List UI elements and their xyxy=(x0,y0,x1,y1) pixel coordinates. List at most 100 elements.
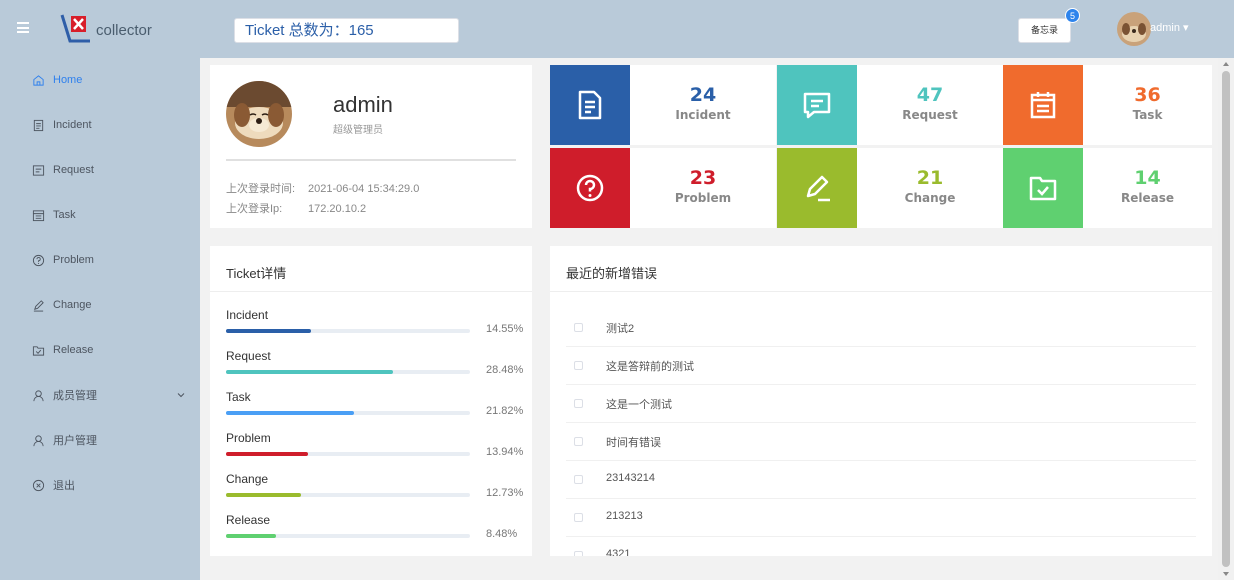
error-text: 测试2 xyxy=(606,323,635,335)
ticket-detail-card: Ticket详情 Incident 14.55% Request 28.48% … xyxy=(210,246,532,556)
memo-button[interactable]: 备忘录 xyxy=(1018,18,1071,43)
sidebar-item-home[interactable]: Home xyxy=(0,65,200,95)
error-text: 23143214 xyxy=(606,472,655,484)
stat-value: 36 xyxy=(1134,84,1161,106)
sidebar-item-logout[interactable]: 退出 xyxy=(0,470,200,500)
stat-change[interactable]: 21 Change xyxy=(857,148,1003,228)
progress-label: Problem xyxy=(226,431,271,445)
sidebar-item-problem[interactable]: Problem xyxy=(0,245,200,275)
sidebar-item-label: 用户管理 xyxy=(53,435,97,447)
progress-track xyxy=(226,534,470,538)
last-login-time-value: 2021-06-04 15:34:29.0 xyxy=(308,183,420,195)
sidebar-item-change[interactable]: Change xyxy=(0,290,200,320)
progress-label: Task xyxy=(226,390,251,404)
menu-toggle-icon[interactable] xyxy=(17,22,29,33)
stat-value: 47 xyxy=(916,84,944,106)
progress-track xyxy=(226,411,470,415)
stat-incident-icon-tile[interactable] xyxy=(550,65,630,145)
error-list-item: 这是答辩前的测试 xyxy=(566,347,1196,385)
stat-problem[interactable]: 23 Problem xyxy=(630,148,776,228)
progress-row-task: Task 21.82% xyxy=(226,390,526,430)
item-checkbox[interactable] xyxy=(574,513,583,522)
sidebar: Home Incident Request Task Problem Chang… xyxy=(0,58,200,580)
progress-percent: 13.94% xyxy=(486,446,524,458)
message-icon xyxy=(32,164,45,176)
document-icon xyxy=(578,90,602,120)
sidebar-item-user-management[interactable]: 用户管理 xyxy=(0,425,200,455)
item-checkbox[interactable] xyxy=(574,475,583,484)
user-avatar[interactable] xyxy=(1117,12,1151,46)
progress-row-release: Release 8.48% xyxy=(226,513,526,553)
progress-track xyxy=(226,452,470,456)
item-checkbox[interactable] xyxy=(574,551,583,556)
app-logo[interactable]: collector xyxy=(60,11,152,45)
top-header: collector Ticket 总数为：165 备忘录 5 admin ▾ xyxy=(0,0,1234,58)
logo-text: collector xyxy=(96,21,152,39)
error-list-item: 测试2 xyxy=(566,309,1196,347)
error-text: 时间有错误 xyxy=(606,437,661,449)
tickets-icon xyxy=(1030,92,1056,119)
sidebar-item-release[interactable]: Release xyxy=(0,335,200,365)
sidebar-item-incident[interactable]: Incident xyxy=(0,110,200,140)
question-icon xyxy=(32,254,45,266)
last-login-ip: 上次登录Ip: 172.20.10.2 xyxy=(226,200,366,216)
sidebar-item-label: Release xyxy=(53,344,94,356)
last-login-ip-label: 上次登录Ip: xyxy=(226,203,283,215)
error-text: 这是答辩前的测试 xyxy=(606,361,694,373)
folder-checked-icon xyxy=(32,345,45,356)
error-text: 213213 xyxy=(606,510,643,522)
profile-role: 超级管理员 xyxy=(333,125,383,136)
stat-problem-icon-tile[interactable] xyxy=(550,148,630,228)
progress-row-problem: Problem 13.94% xyxy=(226,431,526,471)
sidebar-item-member-management[interactable]: 成员管理 xyxy=(0,380,200,410)
stat-task-icon-tile[interactable] xyxy=(1003,65,1083,145)
progress-fill xyxy=(226,411,354,415)
stat-task[interactable]: 36 Task xyxy=(1083,65,1212,145)
error-list-item: 23143214 xyxy=(566,461,1196,499)
stat-change-icon-tile[interactable] xyxy=(777,148,857,228)
progress-fill xyxy=(226,370,393,374)
stat-request[interactable]: 47 Request xyxy=(857,65,1003,145)
message-icon xyxy=(803,92,831,119)
stat-value: 23 xyxy=(689,167,717,189)
stat-label: Task xyxy=(1132,108,1163,122)
progress-track xyxy=(226,370,470,374)
last-login-ip-value: 172.20.10.2 xyxy=(308,203,367,215)
stat-value: 21 xyxy=(916,167,944,189)
error-list-item: 213213 xyxy=(566,499,1196,537)
progress-row-change: Change 12.73% xyxy=(226,472,526,512)
scroll-down-icon[interactable] xyxy=(1223,572,1229,576)
progress-row-request: Request 28.48% xyxy=(226,349,526,389)
stat-incident[interactable]: 24 Incident xyxy=(630,65,776,145)
sidebar-item-request[interactable]: Request xyxy=(0,155,200,185)
last-login-time: 上次登录时间: 2021-06-04 15:34:29.0 xyxy=(226,180,419,196)
item-checkbox[interactable] xyxy=(574,399,583,408)
stat-release-icon-tile[interactable] xyxy=(1003,148,1083,228)
progress-track xyxy=(226,329,470,333)
progress-fill xyxy=(226,329,312,333)
progress-label: Incident xyxy=(226,308,269,322)
scroll-thumb[interactable] xyxy=(1222,71,1230,567)
stat-request-icon-tile[interactable] xyxy=(777,65,857,145)
user-icon xyxy=(33,434,44,446)
sidebar-item-task[interactable]: Task xyxy=(0,200,200,230)
edit-icon xyxy=(806,175,830,202)
memo-count-badge: 5 xyxy=(1065,8,1080,23)
stat-release[interactable]: 14 Release xyxy=(1083,148,1212,228)
item-checkbox[interactable] xyxy=(574,437,583,446)
sidebar-item-label: Task xyxy=(53,209,76,221)
scroll-up-icon[interactable] xyxy=(1223,62,1229,66)
sidebar-item-label: Change xyxy=(53,299,92,311)
sidebar-item-label: Incident xyxy=(53,119,92,131)
error-list-item: 这是一个测试 xyxy=(566,385,1196,423)
profile-card: admin 超级管理员 上次登录时间: 2021-06-04 15:34:29.0… xyxy=(210,65,532,228)
stat-value: 24 xyxy=(689,84,717,106)
user-menu[interactable]: admin ▾ xyxy=(1150,21,1189,34)
divider xyxy=(550,291,1212,292)
tickets-icon xyxy=(32,209,45,221)
item-checkbox[interactable] xyxy=(574,323,583,332)
stat-label: Incident xyxy=(675,108,731,122)
page-scrollbar[interactable] xyxy=(1218,58,1234,580)
item-checkbox[interactable] xyxy=(574,361,583,370)
folder-checked-icon xyxy=(1029,176,1057,201)
